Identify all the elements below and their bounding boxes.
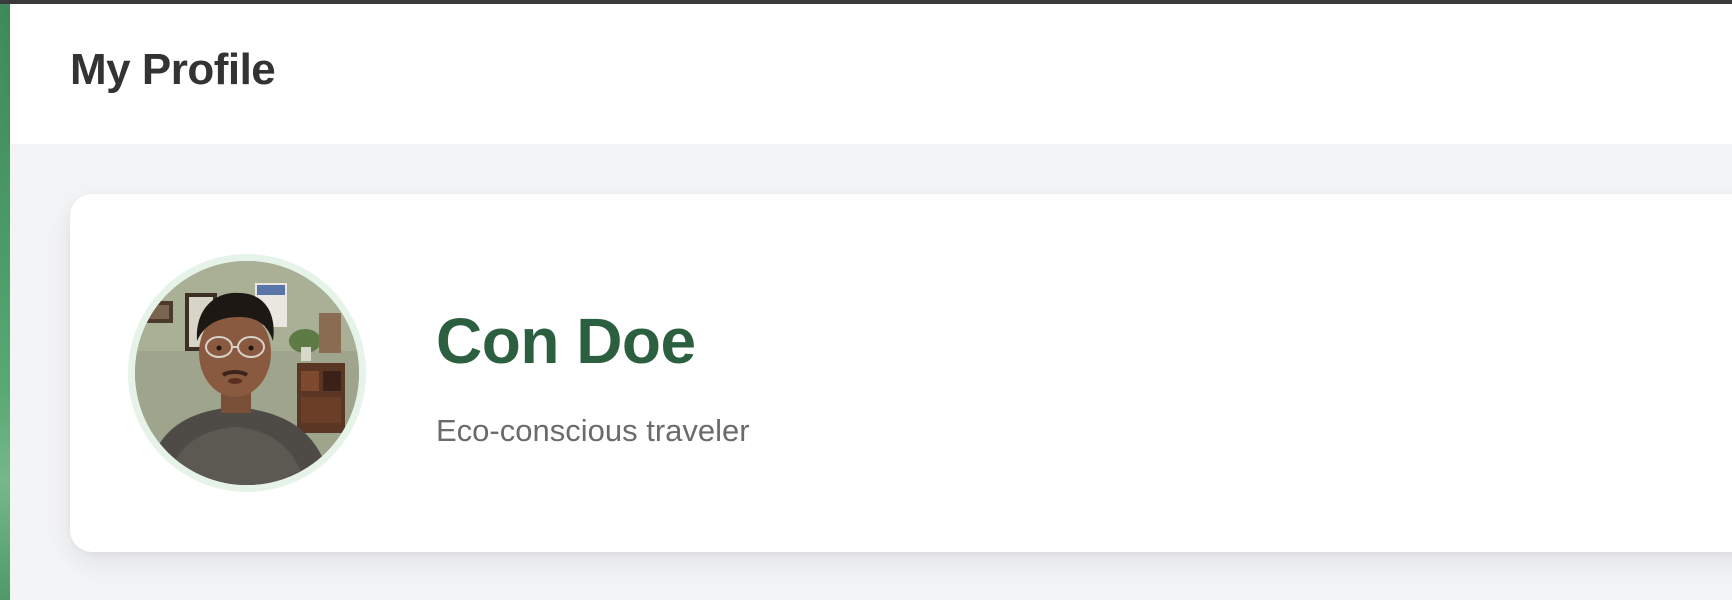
profile-info: Con Doe Eco-conscious traveler	[436, 309, 750, 446]
profile-avatar	[128, 254, 366, 492]
page-header: My Profile	[10, 4, 1732, 144]
profile-tagline: Eco-conscious traveler	[436, 413, 750, 448]
profile-name: Con Doe	[436, 305, 696, 377]
profile-card: Con Doe Eco-conscious traveler	[70, 194, 1732, 552]
main-content: Con Doe Eco-conscious traveler	[10, 144, 1732, 600]
avatar-photo-icon	[135, 261, 359, 485]
page-title: My Profile	[70, 45, 276, 94]
sidebar-edge	[0, 4, 10, 600]
